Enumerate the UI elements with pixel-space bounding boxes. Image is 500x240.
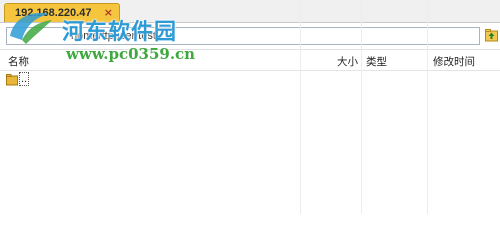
column-divider xyxy=(361,0,362,214)
list-item-name: .. xyxy=(19,72,30,86)
column-name[interactable]: 名称 xyxy=(8,54,29,69)
folder-icon xyxy=(6,74,18,86)
column-header: 名称 大小 类型 修改时间 xyxy=(0,50,500,71)
tab-session[interactable]: 192.168.220.47 × xyxy=(4,3,120,22)
close-icon[interactable]: × xyxy=(104,6,113,19)
tab-title: 192.168.220.47 xyxy=(15,7,92,19)
column-type[interactable]: 类型 xyxy=(366,54,387,69)
column-size[interactable]: 大小 xyxy=(337,54,358,69)
path-input[interactable]: home/ftpuser/test xyxy=(6,27,480,45)
path-bar: home/ftpuser/test xyxy=(0,23,500,50)
column-divider xyxy=(300,0,301,214)
folder-up-icon[interactable] xyxy=(485,28,498,42)
tab-strip: 192.168.220.47 × xyxy=(0,0,500,23)
column-divider xyxy=(427,0,428,214)
column-modified[interactable]: 修改时间 xyxy=(433,54,475,69)
list-item[interactable]: .. xyxy=(0,72,500,88)
